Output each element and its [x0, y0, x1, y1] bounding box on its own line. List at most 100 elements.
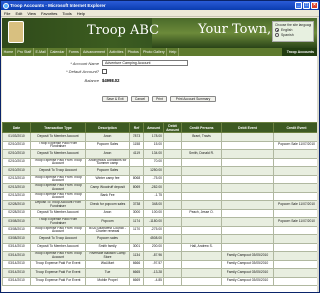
table-cell[interactable]: 03/08/2010 [2, 234, 31, 244]
table-row[interactable]: 03/14/2010 Troop Expense Paid For Event Mo… [2, 276, 319, 286]
table-cell: Hall, Andrew S. [181, 242, 222, 252]
nav-photo-gallery[interactable]: Photo Gallery [141, 48, 168, 56]
menu-file[interactable]: File [4, 10, 10, 16]
table-cell[interactable]: 03/14/2010 [2, 268, 31, 278]
language-option-english[interactable]: English [275, 28, 311, 32]
vertical-scrollbar[interactable] [317, 18, 319, 292]
table-cell [273, 183, 319, 193]
table-row[interactable]: 03/14/2010 Troop Expense Paid For Event Tu… [2, 268, 319, 278]
table-cell[interactable]: 02/13/2010 [2, 191, 31, 201]
menu-favorites[interactable]: Favorites [41, 10, 57, 16]
save-exit-button[interactable]: Save & Exit [102, 96, 128, 102]
table-row[interactable]: 03/08/2010 Troop Expense Paid From Troop … [2, 225, 319, 235]
table-cell: Anonymous Donations for Summer camp [85, 157, 130, 167]
table-row[interactable]: 02/10/2010 Troop Expense Paid From Troop … [2, 157, 319, 167]
table-cell: Winter camp fee [85, 174, 130, 184]
table-cell: Troop Expense Paid From Troop Account [30, 174, 86, 184]
table-cell [163, 174, 182, 184]
table-cell[interactable]: 03/08/2010 [2, 217, 31, 227]
table-row[interactable]: 02/13/2010 Troop Expense Paid From Troop … [2, 174, 319, 184]
table-row[interactable]: 02/28/2010 Deposit To Troop Account From … [2, 200, 319, 210]
table-cell [221, 166, 274, 176]
table-row[interactable]: 02/13/2010 Troop Expense Paid From Troop … [2, 183, 319, 193]
table-cell: Troop Expense Paid From Fundraiser [30, 217, 86, 227]
table-cell[interactable]: 03/14/2010 [2, 276, 31, 286]
table-cell[interactable]: 02/10/2010 [2, 140, 31, 150]
nav-calendar[interactable]: Calendar [48, 48, 68, 56]
nav-photos[interactable]: Photos [126, 48, 142, 56]
table-cell [129, 157, 144, 167]
table-row[interactable]: 03/14/2010 Deposit To Member Account Smith… [2, 242, 319, 252]
table-cell [163, 166, 182, 176]
table-cell: Deposit To Member Account [30, 208, 86, 218]
radio-spanish[interactable] [275, 33, 279, 37]
nav-forms[interactable]: Forms [67, 48, 82, 56]
table-cell[interactable]: 03/14/2010 [2, 242, 31, 252]
table-cell[interactable]: 03/14/2010 [2, 259, 31, 269]
table-cell[interactable]: 03/08/2010 [2, 225, 31, 235]
nav-help[interactable]: Help [167, 48, 179, 56]
default-account-checkbox[interactable] [102, 69, 107, 74]
table-cell[interactable]: 02/28/2010 [2, 208, 31, 218]
table-cell [273, 242, 319, 252]
table-cell: 134.00 [143, 149, 164, 159]
table-row[interactable]: 03/14/2010 Troop Expense Paid From Troop … [2, 251, 319, 261]
table-row[interactable]: 03/14/2010 Troop Expense Paid For Event Wa… [2, 259, 319, 269]
col-credit-persons[interactable]: Credit Persons [181, 122, 222, 133]
table-cell[interactable]: 03/14/2010 [2, 251, 31, 261]
table-cell: 200.00 [143, 242, 164, 252]
col-transaction-type[interactable]: Transaction Type [30, 122, 86, 133]
col-ref[interactable]: Ref [129, 122, 144, 133]
table-row[interactable]: 02/10/2010 Deposit To Member Account Anon 4… [2, 149, 319, 159]
table-cell[interactable]: 01/03/2010 [2, 132, 31, 142]
col-credit-event[interactable]: Credit Event [273, 122, 319, 133]
table-cell [273, 251, 319, 261]
table-cell: -4.85 [143, 276, 164, 286]
table-cell[interactable]: 02/13/2010 [2, 174, 31, 184]
account-name-input[interactable]: Adventure Camping Account [102, 60, 188, 66]
nav-home[interactable]: Home [2, 48, 16, 56]
table-row[interactable]: 02/13/2010 Troop Expense Paid From Troop … [2, 191, 319, 201]
menu-view[interactable]: View [27, 10, 36, 16]
col-amount[interactable]: Amount [143, 122, 164, 133]
balance-row: Balance $4998.02 [42, 78, 120, 83]
language-option-spanish[interactable]: Spanish [275, 33, 311, 37]
table-cell [181, 276, 222, 286]
menu-help[interactable]: Help [77, 10, 85, 16]
nav-pro-staff[interactable]: Pro Staff [16, 48, 34, 56]
table-cell [273, 208, 319, 218]
maximize-button[interactable]: □ [303, 2, 310, 9]
table-cell: BSA Southwest Council - Charter renewal [85, 225, 130, 235]
menu-tools[interactable]: Tools [62, 10, 71, 16]
print-summary-button[interactable]: Print Account Summary [170, 96, 216, 102]
radio-english[interactable] [275, 28, 279, 32]
col-date[interactable]: Date [2, 122, 31, 133]
table-row[interactable]: 02/28/2010 Deposit To Member Account Anon 3… [2, 208, 319, 218]
table-cell[interactable]: 02/28/2010 [2, 200, 31, 210]
table-cell [181, 217, 222, 227]
col-debit-amount[interactable]: Debit Amount [163, 122, 182, 133]
table-cell [163, 140, 182, 150]
table-row[interactable]: 03/08/2010 Deposit To Troop Account Popcor… [2, 234, 319, 244]
table-row[interactable]: 01/03/2010 Deposit To Member Account Anon 7… [2, 132, 319, 142]
minimize-button[interactable]: _ [295, 2, 302, 9]
table-cell: Family Campout 03/05/2010 [221, 276, 274, 286]
close-button[interactable]: × [311, 2, 318, 9]
menu-edit[interactable]: Edit [15, 10, 22, 16]
nav-activities[interactable]: Activities [108, 48, 126, 56]
col-debit-event[interactable]: Debit Event [221, 122, 274, 133]
table-cell: 100.00 [143, 208, 164, 218]
table-cell[interactable]: 02/10/2010 [2, 166, 31, 176]
table-row[interactable]: 03/08/2010 Troop Expense Paid From Fundra… [2, 217, 319, 227]
table-row[interactable]: 02/10/2010 Troop Expense Paid From Fundra… [2, 140, 319, 150]
nav-advancement[interactable]: Advancement [81, 48, 108, 56]
table-cell[interactable]: 02/10/2010 [2, 149, 31, 159]
col-description[interactable]: Description [85, 122, 130, 133]
cancel-button[interactable]: Cancel [131, 96, 149, 102]
table-cell: 8068 [129, 174, 144, 184]
print-button[interactable]: Print [152, 96, 167, 102]
table-row[interactable]: 02/10/2010 Deposit To Troop Account Popcor… [2, 166, 319, 176]
nav-email[interactable]: E-Mail [34, 48, 49, 56]
table-cell[interactable]: 02/10/2010 [2, 157, 31, 167]
table-cell[interactable]: 02/13/2010 [2, 183, 31, 193]
